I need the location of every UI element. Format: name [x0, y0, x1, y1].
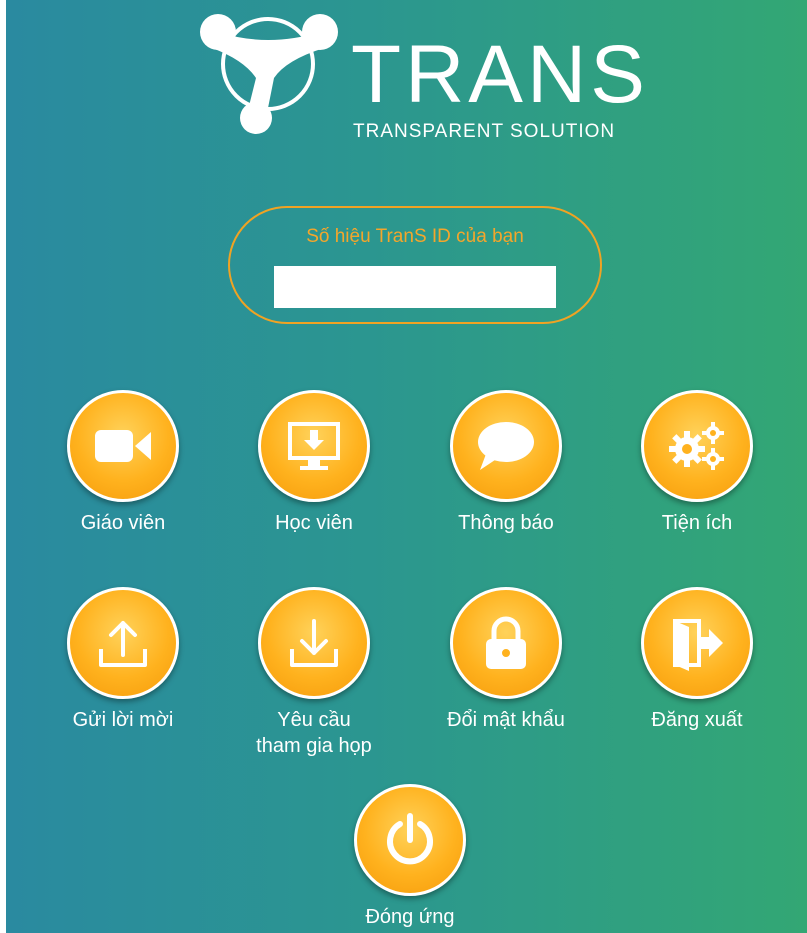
brand-logo: TRANS TRANSPARENT SOLUTION [196, 8, 656, 142]
student-tile[interactable]: Học viên [234, 390, 394, 536]
send-invite-label: Gửi lời mời [72, 709, 174, 731]
send-invite-button[interactable] [67, 587, 179, 699]
utilities-label: Tiện ích [661, 512, 733, 534]
change-password-tile[interactable]: Đổi mật khẩu [426, 587, 586, 733]
utilities-button[interactable] [641, 390, 753, 502]
join-request-button[interactable] [258, 587, 370, 699]
change-password-label: Đổi mật khẩu [447, 709, 565, 731]
join-request-tile[interactable]: Yêu cầu tham gia họp [234, 587, 394, 759]
student-button[interactable] [258, 390, 370, 502]
lock-icon [486, 616, 526, 669]
app-window: TRANS TRANSPARENT SOLUTION Số hiệu TranS… [6, 0, 807, 933]
monitor-download-icon [288, 422, 340, 470]
join-request-label: Yêu cầu tham gia họp [256, 709, 372, 757]
teacher-button[interactable] [67, 390, 179, 502]
utilities-tile[interactable]: Tiện ích [617, 390, 777, 536]
notification-button[interactable] [450, 390, 562, 502]
notification-label: Thông báo [458, 512, 554, 534]
trans-id-panel: Số hiệu TranS ID của bạn [228, 206, 602, 324]
close-app-tile[interactable]: Đóng ứng [330, 784, 490, 930]
logout-door-icon [673, 619, 723, 671]
change-password-button[interactable] [450, 587, 562, 699]
send-invite-tile[interactable]: Gửi lời mời [43, 587, 203, 733]
download-icon [290, 619, 338, 667]
video-camera-icon [95, 430, 151, 462]
power-icon [387, 813, 433, 865]
close-app-button[interactable] [354, 784, 466, 896]
close-app-label: Đóng ứng [365, 906, 455, 928]
teacher-tile[interactable]: Giáo viên [43, 390, 203, 536]
teacher-label: Giáo viên [80, 512, 166, 534]
trans-id-value [274, 266, 556, 308]
student-label: Học viên [275, 512, 353, 534]
upload-icon [99, 621, 147, 667]
brand-name: TRANS [351, 29, 649, 120]
notification-tile[interactable]: Thông báo [426, 390, 586, 536]
trans-logo-icon [200, 14, 338, 134]
logout-tile[interactable]: Đăng xuất [617, 587, 777, 733]
trans-id-label: Số hiệu TranS ID của bạn [306, 226, 524, 247]
logout-button[interactable] [641, 587, 753, 699]
gears-icon [669, 422, 724, 470]
brand-tagline: TRANSPARENT SOLUTION [353, 121, 616, 142]
chat-bubble-icon [478, 422, 534, 470]
logout-label: Đăng xuất [651, 709, 743, 731]
